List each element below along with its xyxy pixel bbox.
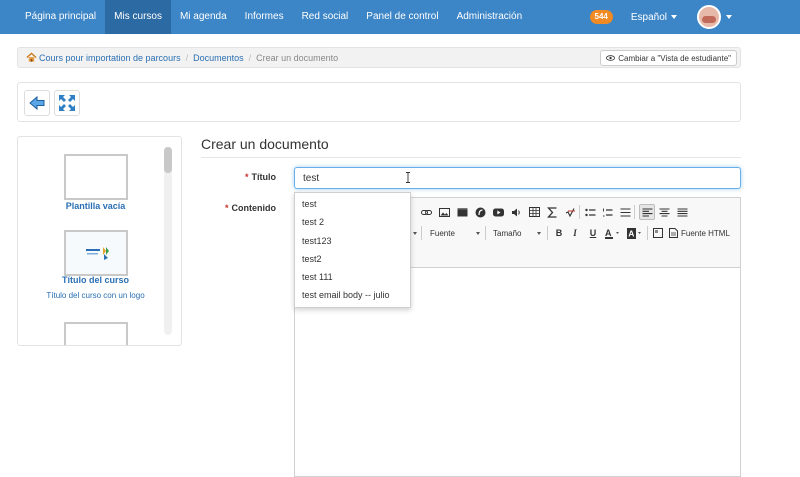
size-dropdown-label: Tamaño <box>493 229 521 238</box>
template-thumbnail-course-title[interactable] <box>64 230 128 276</box>
navbar-right: 544 Español <box>590 0 800 34</box>
back-button[interactable] <box>24 90 50 116</box>
nav-item-social[interactable]: Red social <box>293 0 358 34</box>
video-icon[interactable] <box>455 205 469 219</box>
language-selector[interactable]: Español <box>631 12 677 23</box>
align-left-icon[interactable] <box>639 204 655 220</box>
user-menu[interactable] <box>697 5 732 29</box>
logo-icon <box>66 232 126 274</box>
image-icon[interactable] <box>437 205 451 219</box>
table-icon[interactable] <box>527 205 541 219</box>
toolbar-separator <box>547 226 548 240</box>
nav-item-administration[interactable]: Administración <box>448 0 532 34</box>
breadcrumb: Cours pour importation de parcours / Doc… <box>17 47 741 68</box>
chevron-down-icon <box>671 15 677 19</box>
bulleted-list-icon[interactable] <box>583 205 597 219</box>
title-input[interactable] <box>294 167 741 189</box>
template-thumbnail-partial[interactable] <box>64 322 128 346</box>
autocomplete-option[interactable]: test2 <box>295 250 410 268</box>
template-title[interactable]: Título del curso <box>18 275 173 285</box>
chevron-down-icon <box>726 15 732 19</box>
title-label-text: Título <box>252 172 277 182</box>
required-marker: * <box>245 172 249 182</box>
toolbar-separator <box>647 226 648 240</box>
page-title: Crear un documento <box>201 136 741 158</box>
flash-icon[interactable] <box>473 205 487 219</box>
breadcrumb-separator: / <box>186 53 189 63</box>
autocomplete-option[interactable]: test <box>295 195 410 213</box>
action-toolbar <box>17 82 741 122</box>
source-button-label: Fuente HTML <box>681 229 730 238</box>
home-icon <box>26 52 37 63</box>
top-navbar: Página principal Mis cursos Mi agenda In… <box>0 0 800 34</box>
notifications-badge[interactable]: 544 <box>590 10 613 24</box>
breadcrumb-item-current: Crear un documento <box>256 53 338 63</box>
italic-icon[interactable]: I <box>568 226 582 240</box>
font-dropdown[interactable]: Fuente <box>430 226 480 240</box>
link-icon[interactable] <box>419 205 433 219</box>
fullscreen-button[interactable] <box>54 90 80 116</box>
background-color-icon[interactable]: A <box>627 226 643 240</box>
math-icon[interactable] <box>545 205 559 219</box>
nav-item-reports[interactable]: Informes <box>236 0 293 34</box>
autocomplete-option[interactable]: test 2 <box>295 213 410 231</box>
back-icon <box>27 93 47 113</box>
bold-icon[interactable]: B <box>552 226 566 240</box>
horizontal-line-icon[interactable] <box>618 205 632 219</box>
content-label-text: Contenido <box>232 203 277 213</box>
numbered-list-icon[interactable] <box>600 205 614 219</box>
nav-item-agenda[interactable]: Mi agenda <box>171 0 236 34</box>
template-subtitle: Título del curso con un logo <box>18 291 173 300</box>
svg-text:A: A <box>605 228 612 238</box>
breadcrumb-label: Cours pour importation de parcours <box>39 53 181 63</box>
toolbar-separator <box>421 226 422 240</box>
scrollbar-thumb[interactable] <box>164 147 172 173</box>
nav-item-dashboard[interactable]: Panel de control <box>357 0 447 34</box>
template-panel: Plantilla vacía Título del curso Título … <box>17 136 182 346</box>
source-button[interactable]: Fuente HTML <box>669 226 739 240</box>
nav-item-my-courses[interactable]: Mis cursos <box>105 0 171 34</box>
nav-item-home[interactable]: Página principal <box>0 0 105 34</box>
font-dropdown-label: Fuente <box>430 229 455 238</box>
fullscreen-icon <box>57 93 77 113</box>
eye-icon <box>606 55 615 61</box>
title-label: *Título <box>200 172 276 182</box>
document-icon <box>669 228 678 238</box>
student-view-button[interactable]: Cambiar a "Vista de estudiante" <box>600 50 737 66</box>
template-thumbnail-empty[interactable] <box>64 154 128 200</box>
toolbar-separator <box>485 226 486 240</box>
breadcrumb-separator: / <box>249 53 252 63</box>
required-marker: * <box>225 203 229 213</box>
toolbar-separator <box>579 205 580 219</box>
template-icon[interactable] <box>651 226 665 240</box>
title-autocomplete: test test 2 test123 test2 test 111 test … <box>294 192 411 308</box>
autocomplete-option[interactable]: test123 <box>295 232 410 250</box>
text-cursor-icon <box>405 172 411 183</box>
breadcrumb-item-course[interactable]: Cours pour importation de parcours <box>26 52 181 63</box>
template-title[interactable]: Plantilla vacía <box>18 201 173 211</box>
special-character-icon[interactable] <box>563 205 577 219</box>
audio-icon[interactable] <box>509 205 523 219</box>
svg-text:A: A <box>628 228 634 238</box>
align-center-icon[interactable] <box>657 205 671 219</box>
breadcrumb-item-documents[interactable]: Documentos <box>193 53 244 63</box>
size-dropdown[interactable]: Tamaño <box>493 226 541 240</box>
underline-icon[interactable]: U <box>586 226 600 240</box>
student-view-label: Cambiar a "Vista de estudiante" <box>618 54 731 63</box>
autocomplete-option[interactable]: test email body -- julio <box>295 286 410 304</box>
language-label: Español <box>631 12 667 23</box>
toolbar-separator <box>634 205 635 219</box>
justify-icon[interactable] <box>675 205 689 219</box>
autocomplete-option[interactable]: test 111 <box>295 268 410 286</box>
text-color-icon[interactable]: A <box>605 226 621 240</box>
youtube-icon[interactable] <box>491 205 505 219</box>
avatar <box>697 5 721 29</box>
scrollbar-track[interactable] <box>164 147 172 335</box>
content-label: *Contenido <box>200 203 276 213</box>
